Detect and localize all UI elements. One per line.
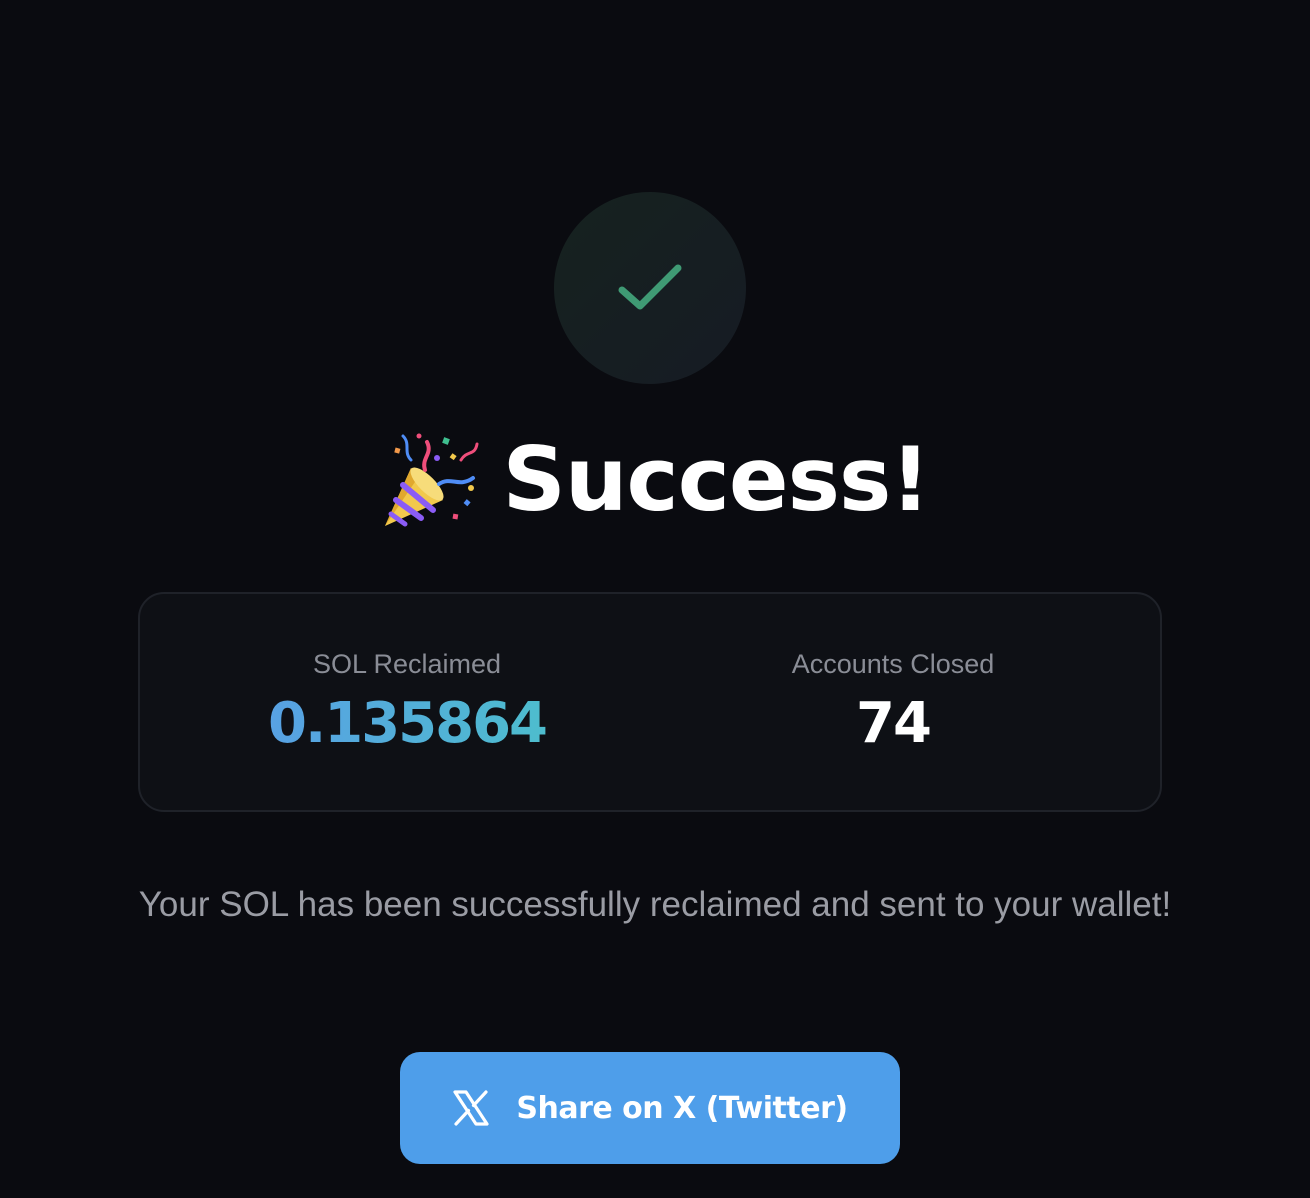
success-message: Your SOL has been successfully reclaimed… (138, 885, 1172, 924)
party-popper-icon (384, 433, 479, 527)
sol-reclaimed-stat: SOL Reclaimed 0.135864 (207, 646, 607, 756)
x-logo-icon (453, 1090, 489, 1126)
success-page: Success! SOL Reclaimed 0.135864 Accounts… (0, 0, 1310, 1198)
stats-card: SOL Reclaimed 0.135864 Accounts Closed 7… (138, 592, 1162, 812)
success-badge (554, 192, 746, 384)
checkmark-icon (618, 264, 682, 310)
accounts-closed-label: Accounts Closed (791, 649, 995, 679)
title-row: Success! (0, 420, 1310, 540)
share-button-label: Share on X (Twitter) (516, 1090, 848, 1126)
sol-reclaimed-label: SOL Reclaimed (312, 649, 502, 679)
sol-reclaimed-value: 0.135864 (207, 692, 607, 756)
accounts-closed-value: 74 (856, 691, 932, 756)
share-on-x-button[interactable]: Share on X (Twitter) (400, 1052, 900, 1164)
accounts-closed-stat: Accounts Closed 74 (693, 646, 1093, 756)
page-title: Success! (502, 428, 931, 531)
